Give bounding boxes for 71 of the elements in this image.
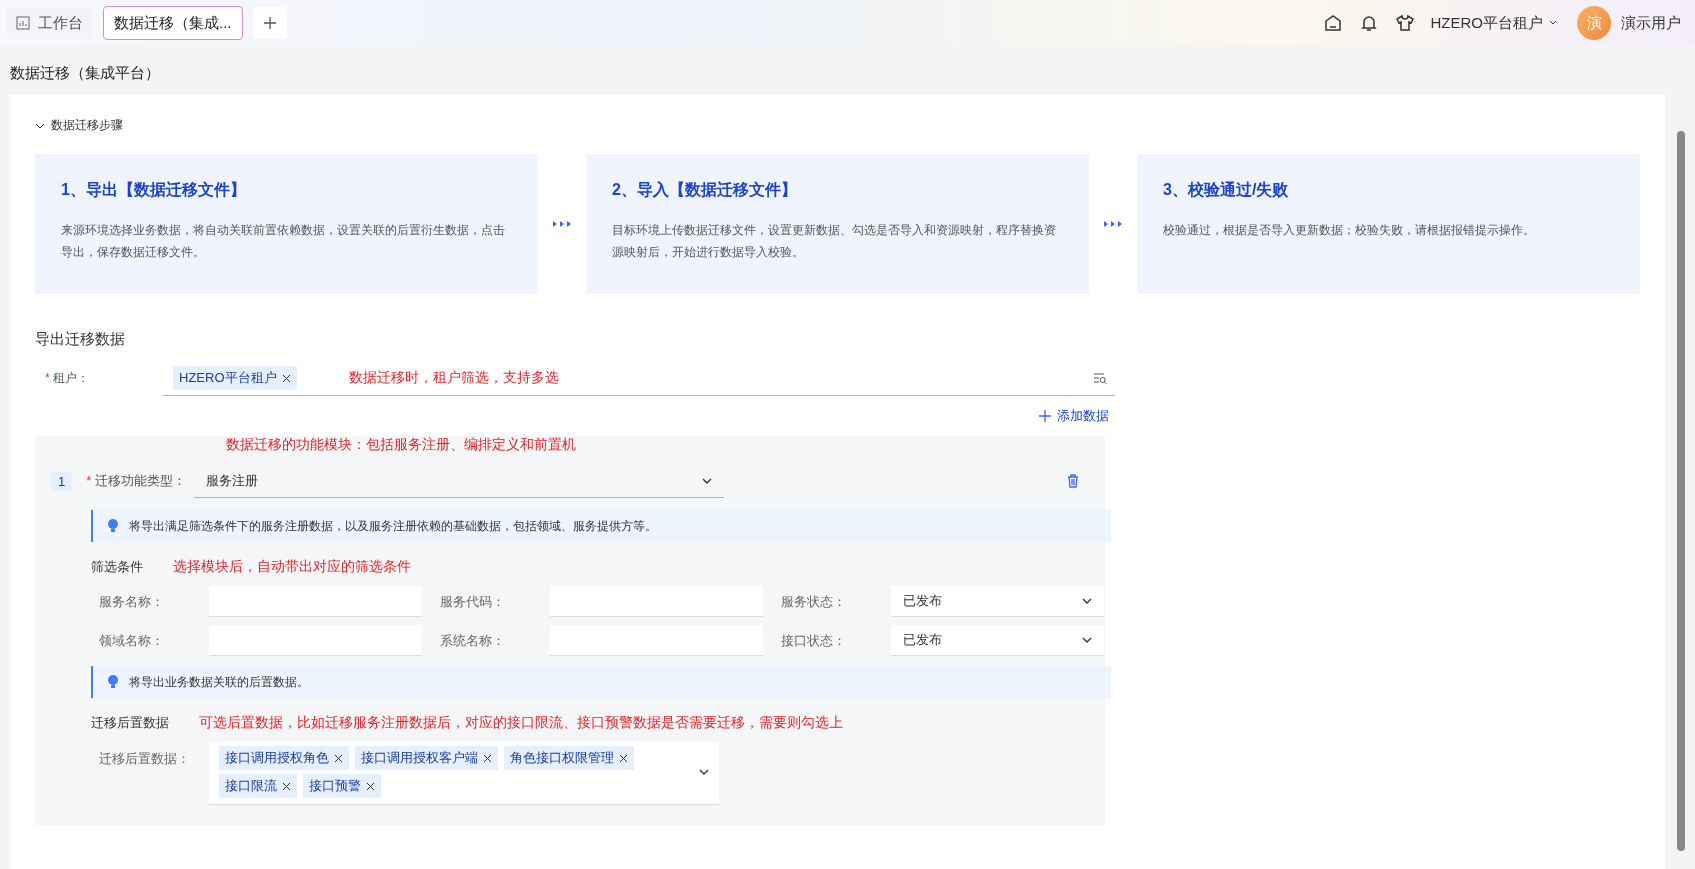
annotation: 数据迁移的功能模块：包括服务注册、编排定义和前置机 <box>225 436 577 454</box>
annotation: 选择模块后，自动带出对应的筛选条件 <box>173 558 411 576</box>
close-icon[interactable] <box>334 753 343 763</box>
selected-tag[interactable]: 接口限流 <box>219 774 297 798</box>
lightbulb-icon <box>107 519 119 533</box>
tenant-tag[interactable]: HZERO平台租户 <box>173 366 297 390</box>
shirt-icon[interactable] <box>1394 13 1415 33</box>
field-label: 领域名称： <box>99 631 165 650</box>
annotation: 可选后置数据，比如迁移服务注册数据后，对应的接口限流、接口预警数据是否需要迁移，需要则勾选上 <box>199 714 843 732</box>
post-data-select[interactable]: 接口调用授权角色 接口调用授权客户端 角色接口权限管理 接口限流 接口预警 <box>209 742 719 805</box>
chevron-icon <box>1082 596 1092 606</box>
selected-tag[interactable]: 角色接口权限管理 <box>504 746 634 770</box>
input-field[interactable] <box>209 625 422 656</box>
arrows-icon <box>551 219 573 229</box>
tenant-field[interactable]: HZERO平台租户 数据迁移时，租户筛选，支持多选 <box>163 361 1115 396</box>
tab[interactable]: 数据迁移（集成... <box>103 6 243 40</box>
step-title: 1、导出【数据迁移文件】 <box>61 180 247 200</box>
selected-tag[interactable]: 接口调用授权客户端 <box>355 746 498 770</box>
section-title: 导出迁移数据 <box>35 330 126 349</box>
arrows-icon <box>1102 219 1124 229</box>
field-label: 服务名称： <box>99 592 165 611</box>
status-select[interactable]: 已发布 <box>891 625 1104 656</box>
home-icon[interactable] <box>1322 13 1343 33</box>
info-text: 将导出满足筛选条件下的服务注册数据，以及服务注册依赖的基础数据，包括领域、服务提供方等。 <box>129 517 657 535</box>
page-title: 数据迁移（集成平台） <box>9 63 161 83</box>
input-field[interactable] <box>209 586 422 617</box>
new-tab-button[interactable] <box>252 7 287 39</box>
required-mark: * <box>86 473 92 488</box>
field-label: 服务代码： <box>440 592 506 611</box>
index-badge: 1 <box>51 471 73 491</box>
input-field[interactable] <box>550 625 763 656</box>
plus-icon <box>1039 410 1051 422</box>
step-title: 3、校验通过/失败 <box>1163 180 1290 200</box>
plus-icon <box>262 16 277 30</box>
info-text: 将导出业务数据关联的后置数据。 <box>129 673 309 691</box>
bell-icon[interactable] <box>1358 13 1379 33</box>
chevron-icon <box>1082 635 1092 645</box>
step-description: 目标环境上传数据迁移文件，设置更新数据、勾选是否导入和资源映射，程序替换资源映射后，开始进行数据导入校验。 <box>612 222 1057 261</box>
input-field[interactable] <box>550 586 763 617</box>
step-description: 来源环境选择业务数据，将自动关联前置依赖数据，设置关联的后置衍生数据，点击导出，保存数据迁移文件。 <box>61 222 506 261</box>
selected-tag[interactable]: 接口预警 <box>303 774 381 798</box>
tab[interactable]: 工作台 <box>6 7 93 39</box>
chart-icon <box>16 16 30 30</box>
field-label: 迁移后置数据： <box>99 750 191 768</box>
tenant-switcher[interactable]: HZERO平台租户 <box>1430 13 1557 33</box>
required-mark: * <box>45 371 50 385</box>
caret-icon <box>1549 19 1557 27</box>
lightbulb-icon <box>107 675 119 689</box>
field-label: 服务状态： <box>781 592 847 611</box>
chevron-icon <box>699 767 709 777</box>
close-icon[interactable] <box>366 781 375 791</box>
close-icon[interactable] <box>483 753 492 763</box>
close-icon[interactable] <box>619 753 628 763</box>
subsection-title: 筛选条件 <box>91 558 143 576</box>
add-data-button[interactable]: 添加数据 <box>1033 406 1115 426</box>
subsection-title: 迁移后置数据 <box>91 714 169 732</box>
status-select[interactable]: 已发布 <box>891 586 1104 617</box>
field-label: 租户： <box>53 371 89 385</box>
step-title: 2、导入【数据迁移文件】 <box>612 180 798 200</box>
step-description: 校验通过，根据是否导入更新数据；校验失败，请根据报错提示操作。 <box>1163 222 1536 239</box>
selected-tag[interactable]: 接口调用授权角色 <box>219 746 349 770</box>
delete-icon[interactable] <box>1067 474 1079 488</box>
field-label: 系统名称： <box>440 631 506 650</box>
close-icon[interactable] <box>281 373 291 383</box>
field-label: 迁移功能类型： <box>94 473 186 488</box>
section-toggle[interactable]: 数据迁移步骤 <box>35 117 1640 134</box>
search-list-icon[interactable] <box>1093 371 1107 385</box>
annotation: 数据迁移时，租户筛选，支持多选 <box>348 369 559 387</box>
close-icon[interactable] <box>282 781 291 791</box>
user-name[interactable]: 演示用户 <box>1621 13 1681 33</box>
field-label: 接口状态： <box>781 631 847 650</box>
